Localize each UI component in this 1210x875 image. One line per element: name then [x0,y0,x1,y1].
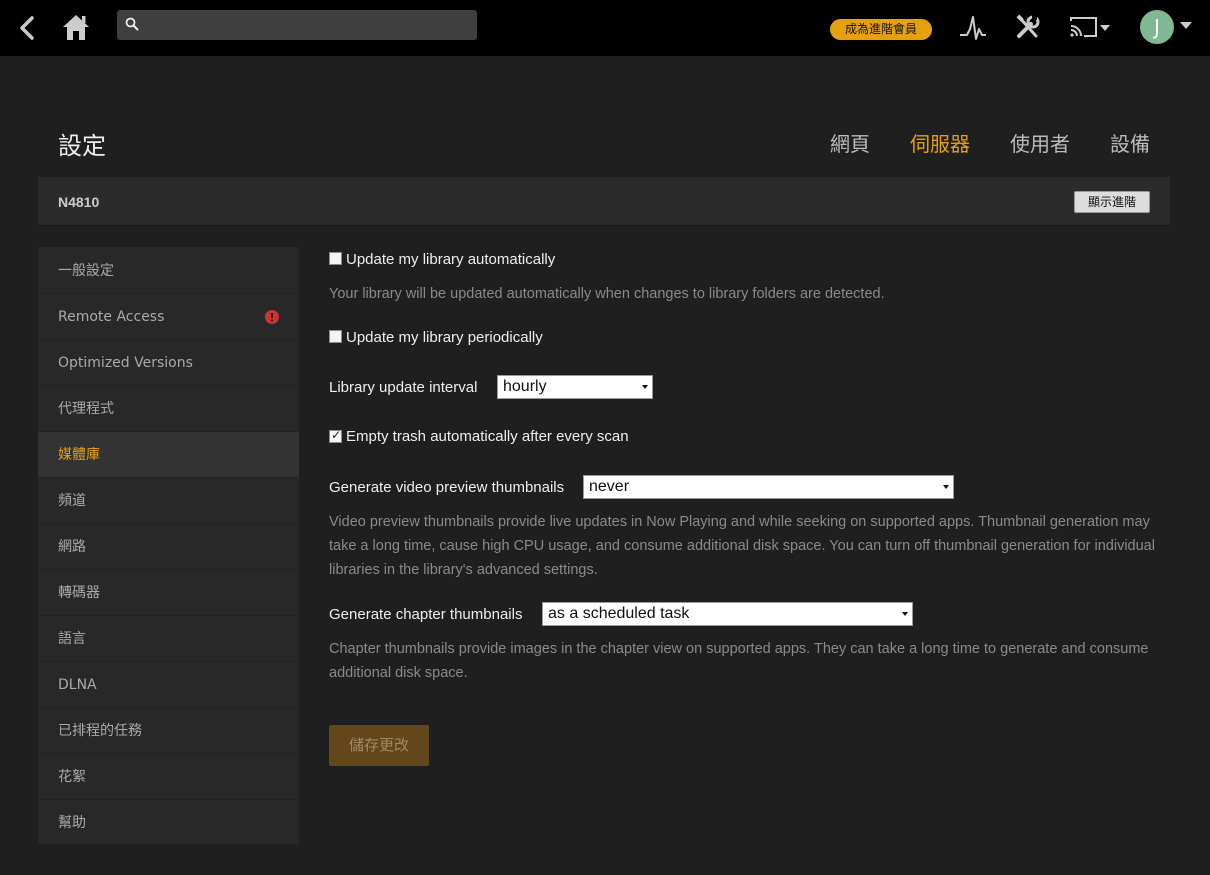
sidebar-item-label: 一般設定 [58,263,114,279]
sidebar-item-label: 語言 [58,631,86,647]
chevron-down-icon [943,485,949,489]
video-thumbnails-value: never [589,478,630,495]
sidebar-item-label: 網路 [58,539,86,555]
chapter-thumbnails-label: Generate chapter thumbnails [329,606,523,623]
sidebar-item-label: DLNA [58,677,97,693]
sidebar-item-general[interactable]: 一般設定 [38,248,299,294]
sidebar-item-label: 轉碼器 [58,585,100,601]
search-icon [125,17,139,31]
sidebar-item-dlna[interactable]: DLNA [38,662,299,708]
sidebar-item-label: 頻道 [58,493,86,509]
sidebar-item-remote-access[interactable]: Remote Access [38,294,299,340]
update-interval-label: Library update interval [329,379,478,396]
sidebar-item-optimized-versions[interactable]: Optimized Versions [38,340,299,386]
periodic-update-checkbox[interactable] [329,330,342,343]
tab-web[interactable]: 網頁 [830,128,870,157]
server-bar: N4810 顯示進階 [38,177,1170,226]
sidebar-item-agents[interactable]: 代理程式 [38,386,299,432]
periodic-update-label[interactable]: Update my library periodically [346,329,543,346]
top-navigation-bar: 成為進階會員 J [0,0,1210,56]
chevron-down-icon[interactable] [1180,22,1192,30]
home-icon[interactable] [60,11,92,43]
cast-icon[interactable] [1068,15,1112,41]
settings-tabs: 網頁 伺服器 使用者 設備 [0,128,1210,158]
search-box[interactable] [117,10,477,40]
sidebar-item-label: 媒體庫 [58,447,100,463]
alert-icon [265,310,279,324]
sidebar-item-extras[interactable]: 花絮 [38,754,299,800]
video-thumbnails-label: Generate video preview thumbnails [329,479,565,496]
server-name: N4810 [58,194,100,210]
avatar[interactable]: J [1140,10,1174,44]
sidebar-item-transcoder[interactable]: 轉碼器 [38,570,299,616]
chevron-down-icon [642,385,648,389]
show-advanced-button[interactable]: 顯示進階 [1074,191,1150,213]
sidebar-item-languages[interactable]: 語言 [38,616,299,662]
tab-users[interactable]: 使用者 [1010,128,1070,157]
tab-server[interactable]: 伺服器 [910,128,970,157]
back-icon[interactable] [14,14,42,42]
save-changes-button[interactable]: 儲存更改 [329,725,429,766]
empty-trash-checkbox[interactable] [329,428,342,443]
tab-devices[interactable]: 設備 [1110,128,1150,157]
go-premium-button[interactable]: 成為進階會員 [830,19,932,40]
sidebar-item-label: Optimized Versions [58,355,193,371]
chevron-down-icon [902,612,908,616]
sidebar-item-label: 已排程的任務 [58,723,142,739]
auto-update-checkbox[interactable] [329,252,342,265]
sidebar-item-label: 花絮 [58,769,86,785]
auto-update-label[interactable]: Update my library automatically [346,251,555,268]
sidebar-item-library[interactable]: 媒體庫 [38,432,299,478]
activity-icon[interactable] [958,15,988,41]
chapter-thumbnails-select[interactable]: as a scheduled task [542,602,913,626]
sidebar-item-label: Remote Access [58,309,165,325]
sidebar-item-scheduled-tasks[interactable]: 已排程的任務 [38,708,299,754]
settings-sidebar: 一般設定 Remote Access Optimized Versions 代理… [38,247,299,846]
chapter-thumbnails-value: as a scheduled task [548,605,690,622]
sidebar-item-channels[interactable]: 頻道 [38,478,299,524]
tools-icon[interactable] [1014,13,1042,41]
video-thumbnails-help: Video preview thumbnails provide live up… [329,514,1155,578]
update-interval-select[interactable]: hourly [497,375,653,399]
chapter-thumbnails-help: Chapter thumbnails provide images in the… [329,641,1149,681]
update-interval-value: hourly [503,378,547,395]
sidebar-item-label: 代理程式 [58,401,114,417]
search-input[interactable] [147,10,467,40]
auto-update-help: Your library will be updated automatical… [329,286,885,302]
sidebar-item-help[interactable]: 幫助 [38,800,299,846]
sidebar-item-label: 幫助 [58,815,86,831]
sidebar-item-network[interactable]: 網路 [38,524,299,570]
video-thumbnails-select[interactable]: never [583,475,954,499]
empty-trash-label[interactable]: Empty trash automatically after every sc… [346,428,629,445]
